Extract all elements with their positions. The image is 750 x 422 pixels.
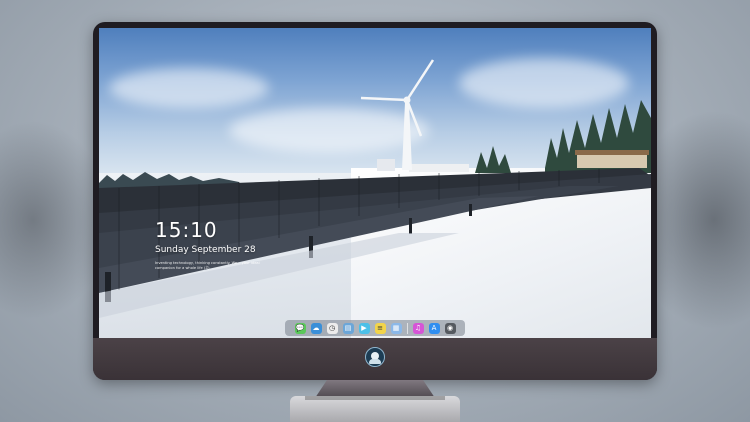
lock-date: Sunday September 28: [155, 245, 256, 255]
music-icon[interactable]: ♫: [412, 322, 424, 334]
brand-logo-icon: [365, 347, 385, 367]
camera-icon[interactable]: ◉: [444, 322, 456, 334]
dock: 💬 ☁ ◷ ▤ ▶ ≡ ▦ ♫ A ◉: [285, 320, 465, 336]
barn-roof: [575, 150, 649, 155]
app-store-icon[interactable]: A: [428, 322, 440, 334]
wallpaper-scene: [99, 59, 651, 318]
lock-screen[interactable]: 15:10 Sunday September 28 Inventing tech…: [99, 28, 651, 338]
notes-icon[interactable]: ≡: [374, 322, 386, 334]
building: [377, 159, 395, 171]
barn: [577, 154, 647, 168]
monitor-chin: [93, 338, 657, 380]
wind-turbine: [360, 59, 435, 170]
weather-icon[interactable]: ☁: [310, 322, 322, 334]
monitor: 15:10 Sunday September 28 Inventing tech…: [93, 22, 657, 380]
clock-icon[interactable]: ◷: [326, 322, 338, 334]
photos-icon[interactable]: ▦: [390, 322, 402, 334]
building: [409, 164, 469, 172]
video-icon[interactable]: ▶: [358, 322, 370, 334]
lock-time: 15:10: [155, 218, 218, 242]
files-icon[interactable]: ▤: [342, 322, 354, 334]
monitor-stand-shadow: [305, 396, 445, 400]
messages-icon[interactable]: 💬: [294, 322, 306, 334]
lock-tagline: Inventing technology, thinking constantl…: [155, 261, 260, 270]
dock-separator: [406, 322, 408, 334]
